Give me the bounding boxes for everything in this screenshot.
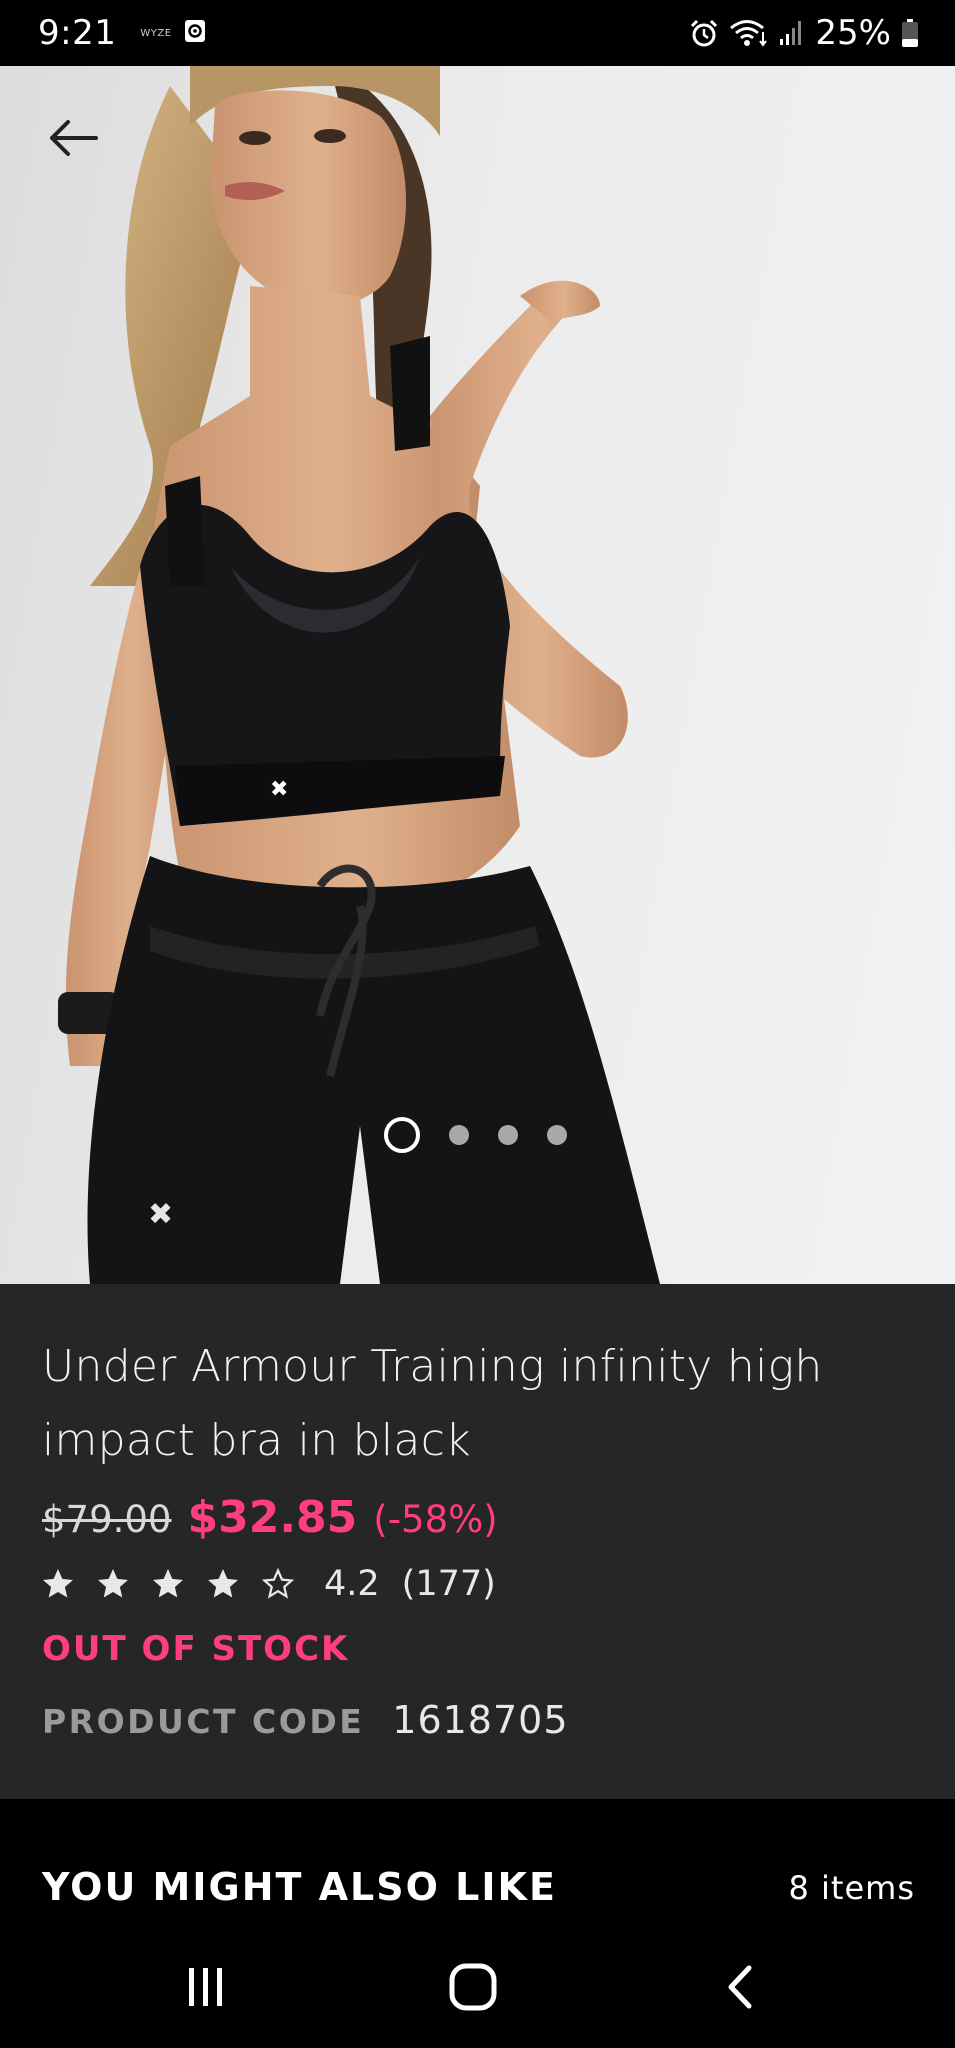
product-title: Under Armour Training infinity high impa… xyxy=(42,1341,823,1466)
star-outline-icon xyxy=(261,1567,295,1599)
home-button[interactable] xyxy=(443,1957,503,2017)
star-filled-icon xyxy=(98,1569,128,1598)
sale-price: $32.85 xyxy=(187,1492,358,1543)
recent-apps-button[interactable] xyxy=(176,1957,236,2017)
recommendations-title: YOU MIGHT ALSO LIKE xyxy=(42,1865,557,1909)
product-code: PRODUCT CODE 1618705 xyxy=(42,1698,569,1742)
discount-percent: (-58%) xyxy=(373,1498,498,1541)
stock-status: OUT OF STOCK xyxy=(42,1629,350,1669)
product-code-value: 1618705 xyxy=(392,1698,569,1742)
carousel-dot[interactable] xyxy=(384,1117,420,1153)
carousel-dot[interactable] xyxy=(547,1125,567,1145)
status-bar: 9:21 WYZE 25% xyxy=(0,0,955,66)
carousel-indicator xyxy=(384,1117,567,1153)
back-nav-button[interactable] xyxy=(711,1957,771,2017)
screen-record-icon xyxy=(184,19,206,47)
carousel-dot[interactable] xyxy=(449,1125,469,1145)
status-notification-icons: WYZE xyxy=(140,19,205,47)
product-image-carousel[interactable]: ✖ ✖ xyxy=(0,66,955,1284)
rating-value: 4.2 xyxy=(324,1564,380,1604)
wyze-notification-icon: WYZE xyxy=(140,27,172,39)
review-count: (177) xyxy=(401,1564,496,1604)
battery-percent: 25% xyxy=(815,13,891,53)
svg-text:✖: ✖ xyxy=(148,1197,173,1232)
alarm-icon xyxy=(689,18,719,48)
carousel-dot[interactable] xyxy=(498,1125,518,1145)
original-price: $79.00 xyxy=(42,1498,172,1541)
arrow-left-icon xyxy=(50,120,98,156)
battery-icon xyxy=(901,18,919,48)
home-icon xyxy=(449,1963,497,2011)
product-info-panel: Under Armour Training infinity high impa… xyxy=(0,1284,955,1799)
status-time: 9:21 xyxy=(38,13,117,53)
system-nav-bar xyxy=(0,1929,955,2048)
star-filled-icon xyxy=(208,1569,238,1598)
recommendations-count: 8 items xyxy=(788,1869,915,1907)
recommendations-header: YOU MIGHT ALSO LIKE 8 items xyxy=(0,1799,955,1929)
price-row: $79.00 $32.85 (-58%) xyxy=(42,1492,498,1543)
signal-icon xyxy=(779,19,805,47)
product-photo: ✖ ✖ xyxy=(58,66,660,1284)
recent-apps-icon xyxy=(189,1968,222,2006)
back-button[interactable] xyxy=(38,110,108,166)
chevron-left-icon xyxy=(728,1965,752,2009)
rating-row[interactable]: 4.2 (177) xyxy=(40,1564,496,1604)
star-filled-icon xyxy=(43,1569,73,1598)
wifi-icon xyxy=(729,18,769,48)
product-code-label: PRODUCT CODE xyxy=(42,1702,365,1741)
star-filled-icon xyxy=(153,1569,183,1598)
status-system-icons: 25% xyxy=(689,13,919,53)
svg-text:✖: ✖ xyxy=(270,777,288,802)
